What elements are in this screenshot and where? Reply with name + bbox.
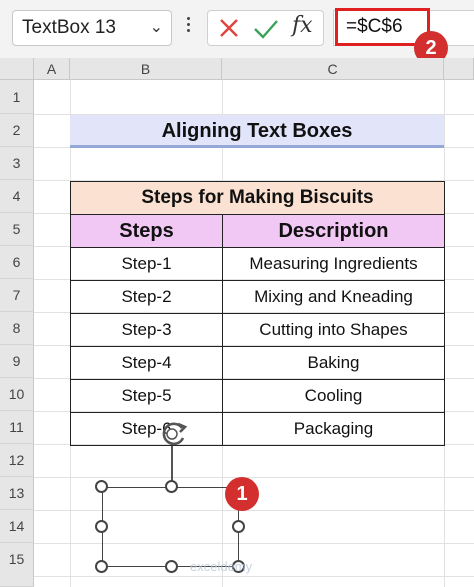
row-header-5[interactable]: 5 xyxy=(0,213,34,246)
column-header-c[interactable]: C xyxy=(222,58,444,80)
description-cell[interactable]: Cutting into Shapes xyxy=(222,313,445,347)
table-row: Step-6 Packaging xyxy=(70,412,445,446)
row-header-11[interactable]: 11 xyxy=(0,411,34,444)
description-cell[interactable]: Measuring Ingredients xyxy=(222,247,445,281)
row-header-13[interactable]: 13 xyxy=(0,477,34,510)
column-header-d[interactable] xyxy=(444,58,474,80)
row-header-6[interactable]: 6 xyxy=(0,246,34,279)
enter-check-icon[interactable] xyxy=(252,16,280,47)
column-header-b[interactable]: B xyxy=(70,58,222,80)
table-caption[interactable]: Steps for Making Biscuits xyxy=(70,181,445,215)
row-header-3[interactable]: 3 xyxy=(0,147,34,180)
resize-handle-top-left[interactable] xyxy=(95,480,108,493)
table-row: Step-4 Baking xyxy=(70,346,445,380)
insert-function-icon[interactable]: fx xyxy=(292,13,313,38)
row-header-1[interactable]: 1 xyxy=(0,80,34,114)
row-header-8[interactable]: 8 xyxy=(0,312,34,345)
table-row: Step-3 Cutting into Shapes xyxy=(70,313,445,347)
steps-table: Steps for Making Biscuits Steps Descript… xyxy=(70,181,445,446)
row-header-12[interactable]: 12 xyxy=(0,444,34,477)
step-cell[interactable]: Step-1 xyxy=(70,247,223,281)
header-steps[interactable]: Steps xyxy=(70,214,223,248)
more-options-icon[interactable] xyxy=(185,14,191,42)
resize-handle-bottom-left[interactable] xyxy=(95,560,108,573)
resize-handle-top[interactable] xyxy=(165,480,178,493)
row-header-15[interactable]: 15 xyxy=(0,543,34,587)
resize-handle-right[interactable] xyxy=(232,520,245,533)
table-row: Step-1 Measuring Ingredients xyxy=(70,247,445,281)
cancel-icon[interactable] xyxy=(216,15,242,46)
rotate-handle-icon[interactable] xyxy=(156,418,190,455)
step-cell[interactable]: Step-3 xyxy=(70,313,223,347)
row-header-9[interactable]: 9 xyxy=(0,345,34,378)
description-cell[interactable]: Mixing and Kneading xyxy=(222,280,445,314)
row-header-4[interactable]: 4 xyxy=(0,180,34,213)
description-cell[interactable]: Cooling xyxy=(222,379,445,413)
chevron-down-icon[interactable]: ⌄ xyxy=(150,11,163,45)
sheet-title[interactable]: Aligning Text Boxes xyxy=(70,115,444,148)
table-row: Step-2 Mixing and Kneading xyxy=(70,280,445,314)
row-header-10[interactable]: 10 xyxy=(0,378,34,411)
name-box-value: TextBox 13 xyxy=(22,17,116,38)
watermark: exceldemy xyxy=(190,559,253,574)
step-cell[interactable]: Step-2 xyxy=(70,280,223,314)
select-all-corner[interactable] xyxy=(0,58,34,80)
step-cell[interactable]: Step-6 xyxy=(70,412,223,446)
formula-controls: fx xyxy=(207,10,324,46)
formula-bar: TextBox 13 ⌄ fx =$C$6 2 xyxy=(0,0,474,65)
header-description[interactable]: Description xyxy=(222,214,445,248)
table-row: Step-5 Cooling xyxy=(70,379,445,413)
step-cell[interactable]: Step-5 xyxy=(70,379,223,413)
description-cell[interactable]: Baking xyxy=(222,346,445,380)
row-header-7[interactable]: 7 xyxy=(0,279,34,312)
row-header-14[interactable]: 14 xyxy=(0,510,34,543)
column-header-a[interactable]: A xyxy=(34,58,70,80)
step-cell[interactable]: Step-4 xyxy=(70,346,223,380)
resize-handle-bottom[interactable] xyxy=(165,560,178,573)
resize-handle-left[interactable] xyxy=(95,520,108,533)
description-cell[interactable]: Packaging xyxy=(222,412,445,446)
selected-text-box[interactable] xyxy=(102,487,239,567)
row-header-2[interactable]: 2 xyxy=(0,114,34,147)
name-box[interactable]: TextBox 13 ⌄ xyxy=(12,10,172,46)
callout-badge-1: 1 xyxy=(225,477,259,511)
